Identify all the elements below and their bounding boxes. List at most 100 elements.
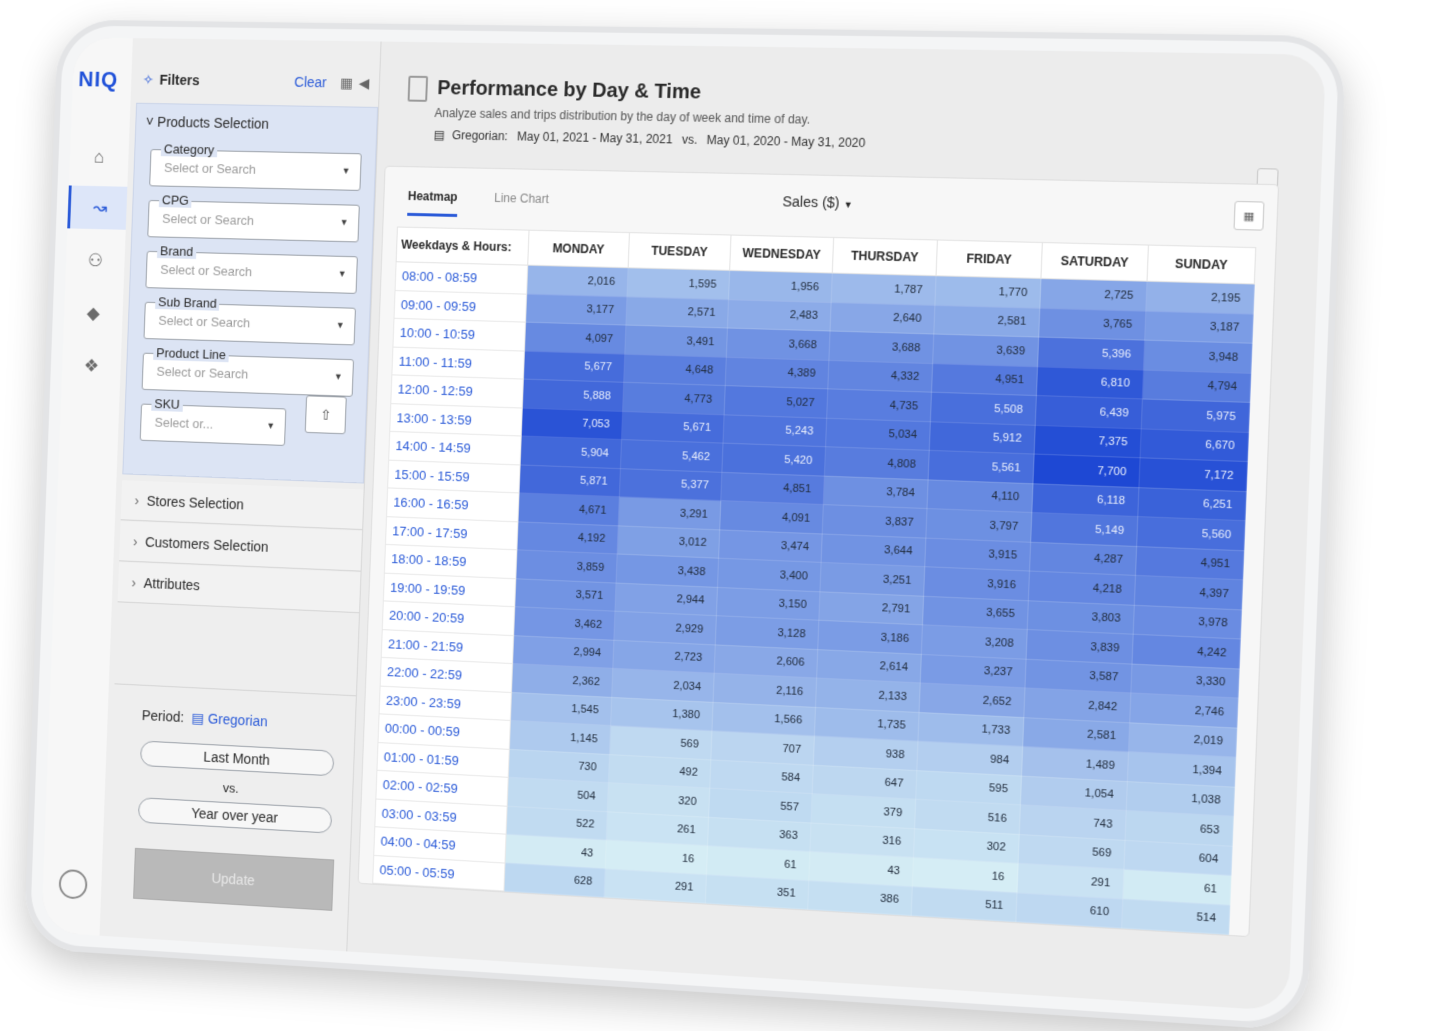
heatmap-cell[interactable]: 5,243 [723, 414, 827, 446]
heatmap-cell[interactable]: 5,034 [826, 418, 931, 451]
heatmap-cell[interactable]: 1,484 [502, 919, 603, 936]
upload-sku-button[interactable]: ⇧ [305, 395, 347, 434]
brand-select[interactable]: Brand Select or Search ▼ [145, 251, 357, 294]
heatmap-cell[interactable]: 3,978 [1133, 605, 1241, 639]
heatmap-cell[interactable]: 3,797 [926, 509, 1032, 542]
heatmap-cell[interactable]: 5,420 [722, 443, 826, 476]
heatmap-cell[interactable]: 3,150 [716, 587, 820, 620]
heatmap-cell[interactable]: 2,640 [830, 302, 935, 334]
heatmap-cell[interactable]: 5,975 [1141, 399, 1249, 432]
heatmap-cell[interactable]: 1,348 [602, 926, 704, 937]
heatmap-cell[interactable]: 3,639 [933, 334, 1039, 366]
download-icon[interactable]: ▦ [1233, 201, 1264, 231]
heatmap-cell[interactable]: 3,291 [618, 497, 721, 530]
heatmap-cell[interactable]: 5,377 [619, 468, 722, 500]
heatmap-cell[interactable]: 2,791 [819, 591, 924, 625]
heatmap-cell[interactable]: 4,851 [721, 472, 825, 505]
home-icon[interactable]: ⌂ [69, 135, 129, 179]
heatmap-cell[interactable]: 4,218 [1028, 571, 1135, 605]
heatmap-cell[interactable]: 7,700 [1033, 454, 1140, 487]
heatmap-cell[interactable]: 3,784 [823, 476, 928, 509]
period-compare-select[interactable]: Year over year [138, 797, 332, 833]
heatmap-cell[interactable]: 3,186 [818, 620, 923, 654]
heatmap-cell[interactable]: 4,794 [1142, 370, 1250, 403]
heatmap-cell[interactable]: 4,951 [1135, 546, 1243, 580]
heatmap-cell[interactable]: 1,397 [703, 932, 806, 936]
heatmap-cell[interactable]: 632 [603, 897, 705, 932]
user-avatar-icon[interactable] [58, 869, 87, 900]
heatmap-cell[interactable]: 3,644 [821, 533, 926, 566]
period-current-select[interactable]: Last Month [140, 740, 334, 776]
heatmap-cell[interactable]: 2,016 [527, 265, 629, 296]
heatmap-cell[interactable]: 7,053 [521, 408, 622, 440]
sku-select[interactable]: SKU Select or... ▼ [140, 404, 287, 446]
heatmap-cell[interactable]: 3,916 [924, 567, 1030, 601]
heatmap-cell[interactable]: 3,765 [1039, 308, 1146, 340]
heatmap-cell[interactable]: 3,688 [829, 331, 934, 363]
heatmap-cell[interactable]: 3,837 [822, 505, 927, 538]
collapse-icon[interactable]: ◀ [358, 74, 369, 91]
save-icon[interactable]: ▦ [340, 74, 353, 91]
tab-line-chart[interactable]: Line Chart [494, 191, 549, 206]
heatmap-cell[interactable]: 6,439 [1035, 396, 1142, 429]
heatmap-cell[interactable]: 5,904 [520, 436, 621, 468]
heatmap-cell[interactable]: 3,400 [717, 558, 821, 591]
heatmap-cell[interactable]: 4,648 [624, 354, 727, 386]
heatmap-cell[interactable]: 3,491 [625, 325, 728, 357]
heatmap-cell[interactable]: 4,735 [827, 389, 932, 421]
heatmap-cell[interactable]: 917 [704, 903, 807, 936]
heatmap-cell[interactable]: 5,888 [522, 379, 623, 411]
heatmap-cell[interactable]: 3,915 [925, 538, 1031, 571]
clear-button[interactable]: Clear [294, 74, 327, 90]
heatmap-cell[interactable]: 3,668 [726, 328, 830, 360]
heatmap-cell[interactable]: 5,912 [929, 421, 1035, 454]
heatmap-cell[interactable]: 4,192 [517, 521, 618, 554]
heatmap-cell[interactable]: 3,208 [921, 625, 1027, 659]
heatmap-cell[interactable]: 4,389 [725, 357, 829, 389]
heatmap-cell[interactable]: 4,808 [824, 447, 929, 480]
heatmap-cell[interactable]: 2,195 [1146, 281, 1254, 313]
heatmap-cell[interactable]: 3,859 [516, 550, 617, 583]
heatmap-cell[interactable]: 4,091 [720, 501, 824, 534]
heatmap-cell[interactable]: 5,462 [620, 440, 723, 472]
heatmap-cell[interactable]: 4,332 [828, 360, 933, 392]
heatmap-cell[interactable]: 3,474 [719, 529, 823, 562]
heatmap-cell[interactable]: 3,251 [820, 562, 925, 595]
period-calendar-link[interactable]: Gregorian [208, 711, 268, 730]
heatmap-cell[interactable]: 6,670 [1140, 428, 1248, 461]
heatmap-cell[interactable]: 6,251 [1138, 487, 1246, 521]
heatmap-cell[interactable]: 6,810 [1036, 366, 1143, 399]
heatmap-cell[interactable]: 1,595 [627, 268, 730, 299]
cpg-select[interactable]: CPG Select or Search ▼ [147, 200, 360, 242]
heatmap-cell[interactable]: 4,951 [932, 363, 1038, 395]
heatmap-cell[interactable]: 5,508 [930, 392, 1036, 425]
heatmap-cell[interactable]: 2,929 [614, 611, 716, 644]
products-selection-header[interactable]: ˅ Products Selection [136, 104, 377, 140]
heatmap-cell[interactable]: 3,655 [922, 596, 1028, 630]
heatmap-cell[interactable]: 5,671 [622, 411, 725, 443]
heatmap-cell[interactable]: 5,677 [523, 351, 624, 383]
sub-brand-select[interactable]: Sub Brand Select or Search ▼ [143, 302, 355, 346]
heatmap-cell[interactable]: 1,787 [831, 273, 936, 305]
category-select[interactable]: Category Select or Search ▼ [149, 149, 362, 191]
heatmap-cell[interactable]: 2,571 [626, 296, 729, 328]
heatmap-cell[interactable]: 3,948 [1144, 340, 1252, 373]
tab-heatmap[interactable]: Heatmap [407, 189, 458, 217]
heatmap-cell[interactable]: 2,944 [615, 583, 717, 616]
heatmap-cell[interactable]: 7,375 [1034, 425, 1141, 458]
heatmap-cell[interactable]: 2,581 [934, 305, 1040, 337]
tag-icon[interactable]: ◆ [63, 291, 123, 336]
heatmap-cell[interactable]: 5,871 [519, 464, 620, 496]
heatmap-cell[interactable]: 3,438 [616, 554, 718, 587]
heatmap-cell[interactable]: 5,560 [1137, 517, 1245, 551]
heatmap-cell[interactable]: 3,462 [514, 607, 615, 640]
heatmap-cell[interactable]: 3,177 [526, 294, 627, 325]
heatmap-cell[interactable]: 3,803 [1027, 600, 1134, 634]
heatmap-cell[interactable]: 5,149 [1031, 513, 1138, 546]
heatmap-cell[interactable]: 3,012 [617, 525, 719, 558]
cubes-icon[interactable]: ❖ [61, 343, 121, 388]
heatmap-cell[interactable]: 3,187 [1145, 311, 1253, 344]
update-button[interactable]: Update [133, 848, 334, 911]
heatmap-cell[interactable]: 4,671 [518, 493, 619, 525]
heatmap-cell[interactable]: 2,483 [727, 299, 831, 331]
